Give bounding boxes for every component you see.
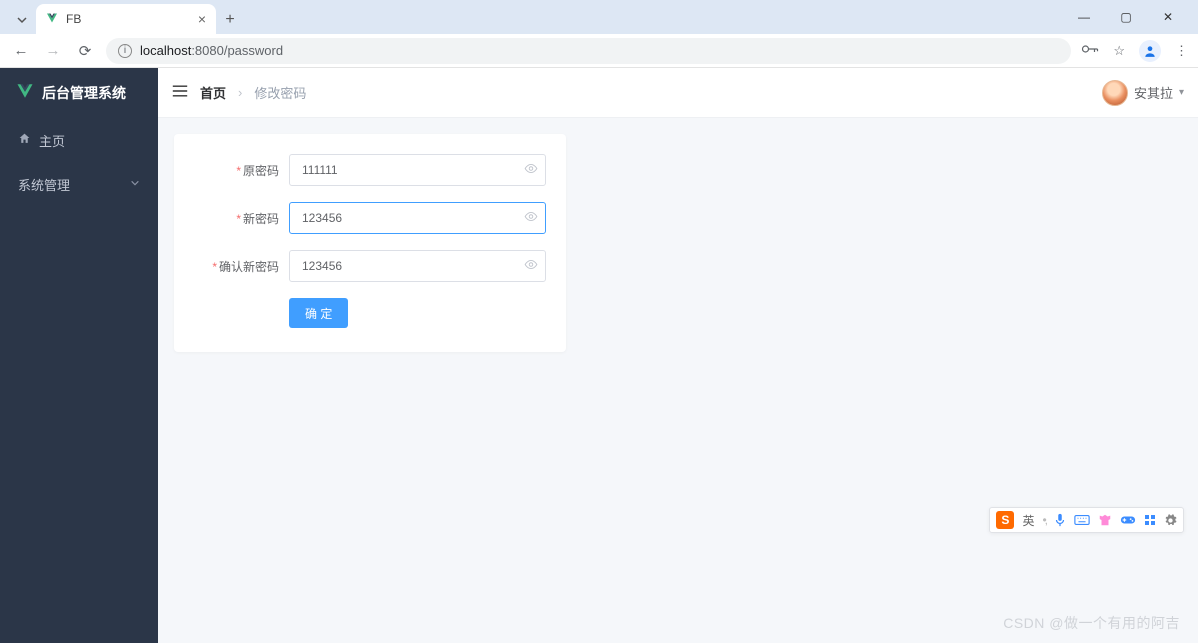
eye-icon[interactable] bbox=[524, 258, 538, 275]
sidebar: 后台管理系统 主页 系统管理 bbox=[0, 68, 158, 643]
user-avatar-icon bbox=[1102, 80, 1128, 106]
chrome-actions: ☆ ⋮ bbox=[1081, 40, 1188, 62]
browser-tab[interactable]: FB × bbox=[36, 4, 216, 34]
old-password-input[interactable] bbox=[289, 154, 546, 186]
home-icon bbox=[18, 132, 31, 148]
submit-row: 确 定 bbox=[194, 298, 546, 328]
content: *原密码 *新密码 bbox=[158, 118, 1198, 368]
sidebar-item-system[interactable]: 系统管理 bbox=[0, 162, 158, 206]
caret-down-icon: ▾ bbox=[1179, 87, 1184, 98]
close-tab-icon[interactable]: × bbox=[198, 11, 206, 27]
browser-tab-strip: FB × + — ▢ ✕ bbox=[0, 0, 1198, 34]
window-controls: — ▢ ✕ bbox=[1072, 0, 1190, 34]
user-name: 安其拉 bbox=[1134, 83, 1173, 102]
ime-language-toggle[interactable]: 英 bbox=[1022, 512, 1034, 529]
chevron-down-icon bbox=[130, 178, 140, 191]
brand: 后台管理系统 bbox=[0, 68, 158, 118]
eye-icon[interactable] bbox=[524, 162, 538, 179]
ime-game-icon[interactable] bbox=[1120, 514, 1136, 526]
app-root: 后台管理系统 主页 系统管理 首页 › 修改密码 安其拉 ▾ bbox=[0, 68, 1198, 643]
tabs: FB × + bbox=[8, 0, 244, 34]
user-menu[interactable]: 安其拉 ▾ bbox=[1102, 80, 1184, 106]
ime-mic-icon[interactable] bbox=[1054, 513, 1066, 527]
label-old-password: *原密码 bbox=[194, 162, 289, 179]
hamburger-icon[interactable] bbox=[172, 84, 188, 102]
reload-button[interactable]: ⟳ bbox=[74, 42, 96, 60]
old-password-input-wrap bbox=[289, 154, 546, 186]
url-input[interactable]: i localhost:8080/password bbox=[106, 38, 1071, 64]
new-tab-button[interactable]: + bbox=[216, 6, 244, 34]
vue-icon bbox=[46, 12, 58, 27]
label-confirm-password: *确认新密码 bbox=[194, 258, 289, 275]
ime-logo-icon[interactable]: S bbox=[996, 511, 1014, 529]
breadcrumb-separator-icon: › bbox=[238, 85, 242, 100]
chrome-menu-icon[interactable]: ⋮ bbox=[1175, 43, 1188, 59]
row-old-password: *原密码 bbox=[194, 154, 546, 186]
minimize-button[interactable]: — bbox=[1072, 10, 1096, 24]
vue-logo-icon bbox=[16, 82, 34, 105]
ime-tools-icon[interactable] bbox=[1144, 514, 1156, 526]
sidebar-item-label: 系统管理 bbox=[18, 175, 70, 194]
site-info-icon[interactable]: i bbox=[118, 44, 132, 58]
password-form-card: *原密码 *新密码 bbox=[174, 134, 566, 352]
submit-button[interactable]: 确 定 bbox=[289, 298, 348, 328]
browser-address-bar: ← → ⟳ i localhost:8080/password ☆ ⋮ bbox=[0, 34, 1198, 68]
profile-avatar-icon[interactable] bbox=[1139, 40, 1161, 62]
new-password-input-wrap bbox=[289, 202, 546, 234]
main-area: 首页 › 修改密码 安其拉 ▾ *原密码 bbox=[158, 68, 1198, 643]
ime-settings-icon[interactable] bbox=[1164, 514, 1177, 527]
brand-title: 后台管理系统 bbox=[42, 83, 126, 103]
label-new-password: *新密码 bbox=[194, 210, 289, 227]
ime-keyboard-icon[interactable] bbox=[1074, 514, 1090, 526]
close-window-button[interactable]: ✕ bbox=[1156, 10, 1180, 24]
password-key-icon[interactable] bbox=[1081, 42, 1099, 59]
bookmark-star-icon[interactable]: ☆ bbox=[1113, 43, 1125, 59]
watermark-text: CSDN @做一个有用的阿吉 bbox=[1003, 613, 1180, 633]
forward-button[interactable]: → bbox=[42, 42, 64, 59]
ime-punct-icon[interactable]: •, bbox=[1042, 513, 1046, 527]
eye-icon[interactable] bbox=[524, 210, 538, 227]
sidebar-item-home[interactable]: 主页 bbox=[0, 118, 158, 162]
row-confirm-password: *确认新密码 bbox=[194, 250, 546, 282]
back-button[interactable]: ← bbox=[10, 42, 32, 59]
row-new-password: *新密码 bbox=[194, 202, 546, 234]
new-password-input[interactable] bbox=[289, 202, 546, 234]
confirm-password-input-wrap bbox=[289, 250, 546, 282]
confirm-password-input[interactable] bbox=[289, 250, 546, 282]
url-text: localhost:8080/password bbox=[140, 43, 283, 58]
ime-skin-icon[interactable] bbox=[1098, 513, 1112, 527]
tab-title: FB bbox=[66, 12, 81, 26]
breadcrumb-home[interactable]: 首页 bbox=[200, 83, 226, 102]
sidebar-item-label: 主页 bbox=[39, 131, 65, 150]
tab-dropdown-icon[interactable] bbox=[8, 6, 36, 34]
topbar: 首页 › 修改密码 安其拉 ▾ bbox=[158, 68, 1198, 118]
ime-toolbar[interactable]: S 英 •, bbox=[989, 507, 1184, 533]
maximize-button[interactable]: ▢ bbox=[1114, 10, 1138, 24]
breadcrumb-current: 修改密码 bbox=[254, 83, 306, 102]
